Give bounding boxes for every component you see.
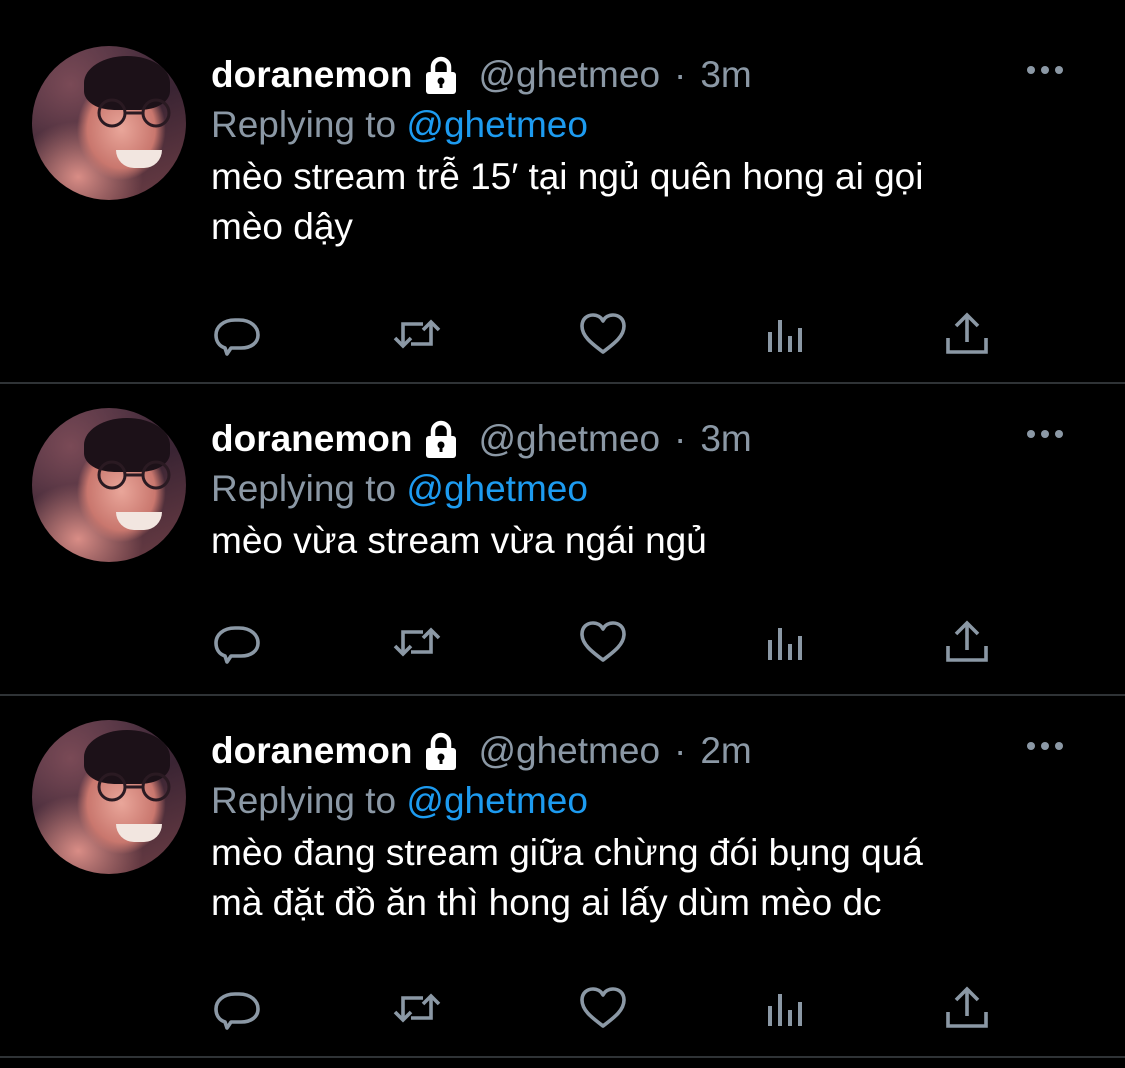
tweet-header: doranemon @ghetmeo · 3m [211,414,1065,464]
retweet-button[interactable] [391,982,443,1034]
reply-button[interactable] [211,308,263,360]
replying-handle-link[interactable]: @ghetmeo [406,104,588,145]
lock-icon [426,732,457,770]
avatar[interactable] [32,408,186,562]
tweet[interactable]: doranemon @ghetmeo · 3m Replying to @ghe… [0,0,1125,382]
tweet[interactable]: doranemon @ghetmeo · 2m Replying to @ghe… [0,696,1125,1056]
like-button[interactable] [577,616,629,668]
tweet-text-line: mèo stream trễ 15′ tại ngủ quên hong ai … [211,156,924,197]
retweet-icon [393,993,441,1023]
replying-to: Replying to @ghetmeo [211,100,1065,150]
retweet-icon [393,627,441,657]
timeline: doranemon @ghetmeo · 3m Replying to @ghe… [0,0,1125,1068]
separator-dot: · [674,418,687,459]
stats-icon [768,994,802,1026]
tweet-text-line: mèo dậy [211,206,353,247]
share-icon [946,986,988,1028]
display-name[interactable]: doranemon [211,54,412,96]
tweet-header: doranemon @ghetmeo · 3m [211,50,1065,100]
replying-prefix: Replying to [211,104,397,145]
tweet-text-line: mèo đang stream giữa chừng đói bụng quá [211,832,923,873]
share-button[interactable] [941,616,993,668]
more-icon[interactable] [1025,64,1065,76]
share-button[interactable] [941,982,993,1034]
user-handle[interactable]: @ghetmeo [478,418,660,460]
replying-prefix: Replying to [211,780,397,821]
like-button[interactable] [577,308,629,360]
tweet-content: doranemon @ghetmeo · 3m Replying to @ghe… [211,50,1065,252]
replying-to: Replying to @ghetmeo [211,776,1065,826]
action-bar [211,616,1011,666]
replying-handle-link[interactable]: @ghetmeo [406,780,588,821]
action-bar [211,308,1011,358]
reply-icon [214,318,260,356]
reply-icon [214,992,260,1030]
separator-dot: · [674,54,687,95]
more-icon[interactable] [1025,428,1065,440]
tweet-content: doranemon @ghetmeo · 2m Replying to @ghe… [211,726,1065,928]
user-handle[interactable]: @ghetmeo [478,730,660,772]
retweet-icon [393,319,441,349]
tweet-header: doranemon @ghetmeo · 2m [211,726,1065,776]
replying-handle-link[interactable]: @ghetmeo [406,468,588,509]
separator-dot: · [674,730,687,771]
display-name[interactable]: doranemon [211,730,412,772]
display-name[interactable]: doranemon [211,418,412,460]
tweet-content: doranemon @ghetmeo · 3m Replying to @ghe… [211,414,1065,566]
like-icon [580,313,626,354]
like-button[interactable] [577,982,629,1034]
timestamp[interactable]: 3m [700,54,751,96]
lock-icon [426,420,457,458]
reply-icon [214,626,260,664]
stats-button[interactable] [759,308,811,360]
stats-icon [768,628,802,660]
action-bar [211,982,1011,1032]
stats-icon [768,320,802,352]
share-icon [946,620,988,662]
avatar[interactable] [32,720,186,874]
reply-button[interactable] [211,616,263,668]
tweet[interactable]: doranemon @ghetmeo · 3m Replying to @ghe… [0,384,1125,694]
tweet-text-line: mèo vừa stream vừa ngái ngủ [211,520,707,561]
timestamp[interactable]: 3m [700,418,751,460]
like-icon [580,621,626,662]
replying-to: Replying to @ghetmeo [211,464,1065,514]
tweet-text-line: mà đặt đồ ăn thì hong ai lấy dùm mèo dc [211,882,882,923]
tweet-text: mèo stream trễ 15′ tại ngủ quên hong ai … [211,152,1065,252]
stats-button[interactable] [759,616,811,668]
avatar[interactable] [32,46,186,200]
reply-button[interactable] [211,982,263,1034]
replying-prefix: Replying to [211,468,397,509]
divider [0,1056,1125,1058]
user-handle[interactable]: @ghetmeo [478,54,660,96]
like-icon [580,987,626,1028]
stats-button[interactable] [759,982,811,1034]
tweet-text: mèo đang stream giữa chừng đói bụng quá … [211,828,1065,928]
retweet-button[interactable] [391,616,443,668]
share-button[interactable] [941,308,993,360]
tweet-text: mèo vừa stream vừa ngái ngủ [211,516,1065,566]
more-icon[interactable] [1025,740,1065,752]
lock-icon [426,56,457,94]
timestamp[interactable]: 2m [700,730,751,772]
share-icon [946,312,988,354]
retweet-button[interactable] [391,308,443,360]
